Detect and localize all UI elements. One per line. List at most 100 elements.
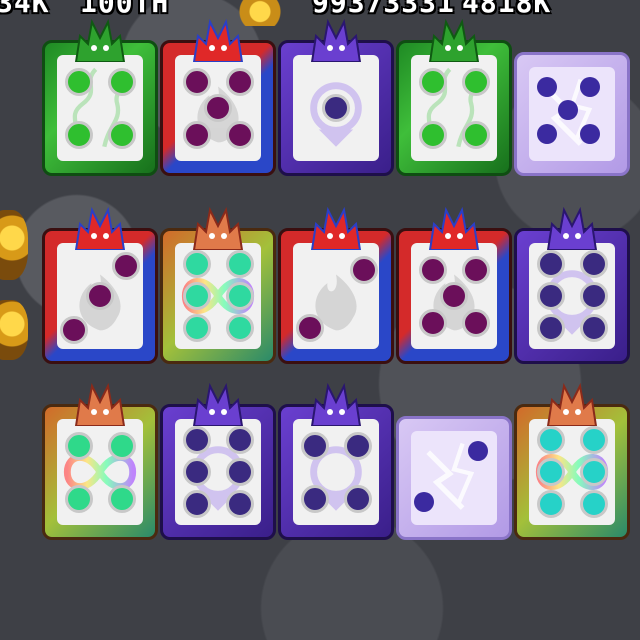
die-pip bbox=[536, 282, 565, 310]
die-pip bbox=[225, 458, 254, 486]
dice-grid bbox=[0, 0, 640, 640]
die-face bbox=[529, 67, 615, 161]
die-face bbox=[411, 243, 497, 349]
die-pip bbox=[579, 123, 600, 144]
die-fire[interactable] bbox=[278, 204, 394, 364]
thorn-icon bbox=[306, 380, 366, 427]
thorn-icon bbox=[542, 204, 602, 251]
die-pip bbox=[107, 431, 136, 460]
die-face bbox=[529, 419, 615, 525]
die-void[interactable] bbox=[514, 204, 630, 364]
die-pip bbox=[579, 458, 608, 486]
die-pip bbox=[418, 67, 447, 96]
die-pip bbox=[296, 313, 325, 342]
fire-dragon-icon bbox=[188, 16, 248, 63]
die-pip bbox=[182, 67, 211, 96]
die-pip bbox=[107, 67, 136, 96]
fire-dragon-icon bbox=[70, 204, 130, 251]
die-face bbox=[411, 55, 497, 161]
die-nature[interactable] bbox=[396, 16, 512, 176]
die-pip bbox=[225, 67, 254, 96]
die-pip bbox=[349, 255, 378, 284]
die-void[interactable] bbox=[278, 380, 394, 540]
die-pip bbox=[182, 489, 211, 518]
die-pip bbox=[107, 484, 136, 513]
die-pip bbox=[536, 250, 565, 279]
die-pip bbox=[182, 426, 211, 455]
die-pip bbox=[418, 120, 447, 149]
die-pip bbox=[579, 76, 600, 97]
die-face bbox=[57, 243, 143, 349]
die-pip bbox=[536, 458, 565, 486]
die-pip bbox=[225, 489, 254, 518]
die-pip bbox=[558, 100, 578, 120]
die-void[interactable] bbox=[160, 380, 276, 540]
die-pip bbox=[225, 250, 254, 279]
die-pip bbox=[300, 431, 329, 460]
demon-icon bbox=[70, 380, 130, 427]
die-pip bbox=[579, 489, 608, 518]
die-pip bbox=[182, 282, 211, 310]
thorn-icon bbox=[306, 16, 366, 63]
die-pip bbox=[182, 120, 211, 149]
die-rainbow[interactable] bbox=[42, 380, 158, 540]
die-lightning[interactable] bbox=[514, 16, 630, 176]
die-pip bbox=[225, 313, 254, 342]
dragon-green-icon bbox=[424, 16, 484, 63]
die-pip bbox=[225, 120, 254, 149]
die-pip bbox=[579, 426, 608, 455]
die-pip bbox=[418, 255, 447, 284]
demon-icon bbox=[542, 380, 602, 427]
fire-dragon-icon bbox=[306, 204, 366, 251]
die-pip bbox=[536, 489, 565, 518]
die-nature[interactable] bbox=[42, 16, 158, 176]
die-pip bbox=[182, 250, 211, 279]
die-pip bbox=[107, 120, 136, 149]
die-pip bbox=[461, 120, 490, 149]
die-pip bbox=[343, 484, 372, 513]
die-fire[interactable] bbox=[396, 204, 512, 364]
die-face bbox=[529, 243, 615, 349]
die-lightning[interactable] bbox=[396, 380, 512, 540]
die-face bbox=[175, 243, 261, 349]
die-pip bbox=[579, 313, 608, 342]
die-face bbox=[293, 55, 379, 161]
die-face bbox=[411, 431, 497, 525]
die-pip bbox=[579, 282, 608, 310]
die-pip bbox=[182, 313, 211, 342]
die-fire[interactable] bbox=[160, 16, 276, 176]
die-face bbox=[175, 55, 261, 161]
die-face bbox=[57, 55, 143, 161]
die-frame bbox=[514, 52, 630, 176]
die-pip bbox=[343, 431, 372, 460]
die-rainbow[interactable] bbox=[514, 380, 630, 540]
die-pip bbox=[461, 67, 490, 96]
die-pip bbox=[440, 282, 468, 310]
die-pip bbox=[64, 484, 93, 513]
die-pip bbox=[536, 313, 565, 342]
die-pip bbox=[182, 458, 211, 486]
die-rainbow[interactable] bbox=[160, 204, 276, 364]
die-pip bbox=[467, 440, 488, 461]
die-face bbox=[57, 419, 143, 525]
die-pip bbox=[86, 282, 114, 310]
die-pip bbox=[64, 67, 93, 96]
die-face bbox=[293, 243, 379, 349]
die-pip bbox=[461, 255, 490, 284]
die-fire[interactable] bbox=[42, 204, 158, 364]
die-pip bbox=[60, 315, 89, 344]
die-pip bbox=[64, 431, 93, 460]
die-pip bbox=[300, 484, 329, 513]
die-face bbox=[175, 419, 261, 525]
game-board: 34K 100TH 99373331 4818K bbox=[0, 0, 640, 640]
die-void[interactable] bbox=[278, 16, 394, 176]
die-pip bbox=[536, 123, 557, 144]
die-pip bbox=[579, 250, 608, 279]
thorn-icon bbox=[188, 380, 248, 427]
die-pip bbox=[536, 76, 557, 97]
die-pip bbox=[461, 308, 490, 337]
demon-icon bbox=[188, 204, 248, 251]
die-pip bbox=[111, 252, 140, 281]
die-pip bbox=[204, 94, 232, 122]
die-pip bbox=[418, 308, 447, 337]
